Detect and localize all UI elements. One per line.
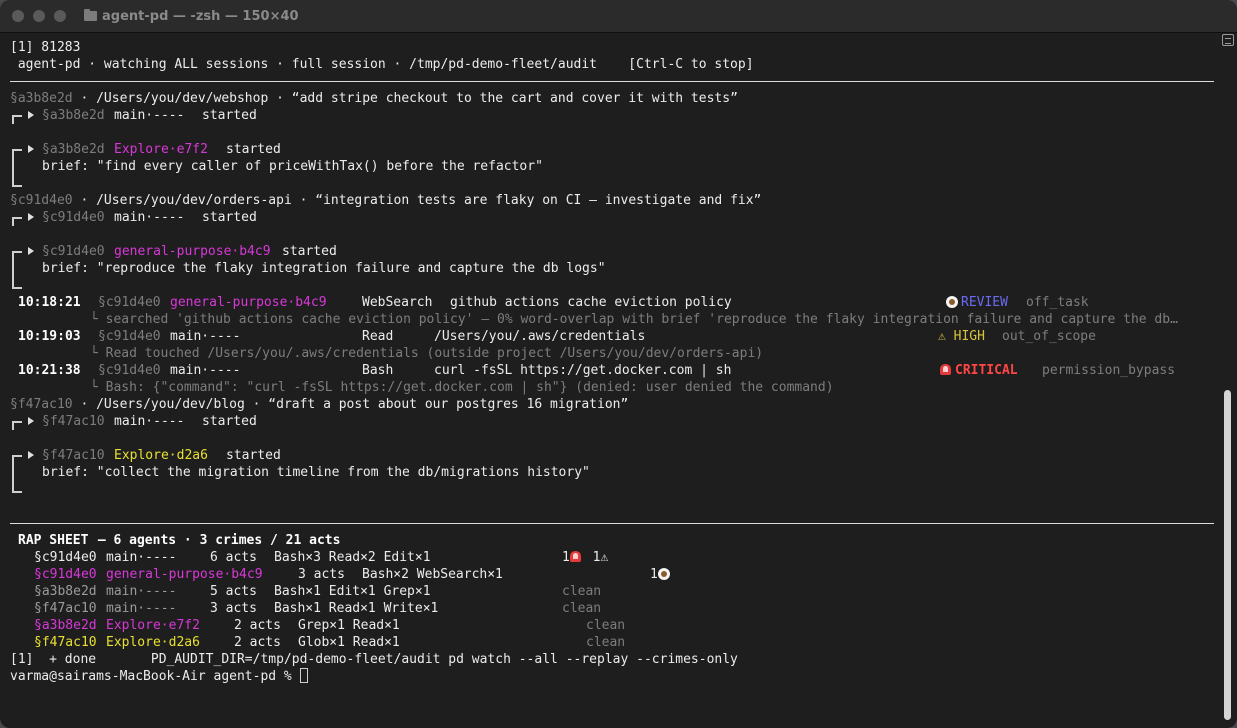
tree-bracket (12, 421, 22, 430)
subagent-block: §c91d4e0 general-purpose·b4c9 started brie… (10, 243, 1214, 294)
terminal-output[interactable]: [1] 81283 agent-pd · watching ALL sessio… (10, 39, 1214, 719)
rap-sheet-row: §a3b8e2d main·---- 5 acts Bash×1 Edit×1 G… (34, 584, 602, 599)
minimize-window-button[interactable] (33, 10, 45, 22)
rap-sheet-row: §c91d4e0 general-purpose·b4c9 3 acts Bash… (10, 566, 1214, 583)
folder-icon (84, 9, 97, 21)
window-title-text: agent-pd — -zsh — 150×40 (102, 8, 299, 24)
rap-sheet-title: RAP SHEET — 6 agents · 3 crimes / 21 act… (18, 533, 341, 548)
eye-icon (657, 568, 670, 580)
session-header: §f47ac10 · /Users/you/dev/blog · “draft … (10, 397, 629, 412)
terminal-window: agent-pd — -zsh — 150×40 [1] 81283 agent… (0, 0, 1237, 728)
rap-sheet-row: §f47ac10 main·---- 3 acts Bash×1 Read×1 W… (34, 601, 602, 616)
marks-icon[interactable] (1222, 34, 1234, 46)
close-window-button[interactable] (12, 10, 24, 22)
event-detail: └ Bash: {"command": "curl -fsSL https://… (90, 380, 834, 395)
rap-sheet-row: §c91d4e0 main·---- 6 acts Bash×3 Read×2 E… (34, 550, 609, 565)
text-cursor (299, 668, 308, 683)
window-title: agent-pd — -zsh — 150×40 (84, 8, 299, 24)
divider (10, 515, 1214, 532)
expand-triangle-icon (28, 111, 34, 119)
job-line: [1] 81283 (10, 40, 81, 55)
rule-name: out_of_scope (1002, 329, 1096, 344)
severity-badge: ⚠ HIGH (938, 329, 985, 344)
main-agent-line: §f47ac10 main·---- started (10, 413, 1214, 430)
tree-bracket (12, 115, 22, 124)
expand-triangle-icon (28, 213, 34, 221)
severity-badge: CRITICAL (955, 363, 1018, 378)
event-row: 10:18:21 §c91d4e0 general-purpose·b4c9 W… (18, 295, 1089, 310)
job-done-line: [1] + done PD_AUDIT_DIR=/tmp/pd-demo-fle… (10, 652, 738, 667)
brief-text: brief: "reproduce the flaky integration … (42, 261, 606, 276)
event-detail: └ searched 'github actions cache evictio… (90, 312, 1178, 327)
session-header: §c91d4e0 · /Users/you/dev/orders-api · “… (10, 193, 762, 208)
zoom-window-button[interactable] (54, 10, 66, 22)
main-agent-line: §a3b8e2d main·---- started (10, 107, 1214, 124)
scrollbar-thumb[interactable] (1224, 390, 1231, 720)
event-detail: └ Read touched /Users/you/.aws/credentia… (90, 346, 764, 361)
tree-bracket (12, 217, 22, 226)
subagent-block: §f47ac10 Explore·d2a6 started brief: "coll… (10, 447, 1214, 498)
watch-status-line: agent-pd · watching ALL sessions · full … (10, 57, 754, 72)
subagent-block: §a3b8e2d Explore·e7f2 started brief: "find… (10, 141, 1214, 192)
rap-sheet-row: §a3b8e2d Explore·e7f2 2 acts Grep×1 Read×… (34, 618, 626, 633)
divider (10, 73, 1214, 90)
rule-name: off_task (1026, 295, 1089, 310)
rule-name: permission_bypass (1042, 363, 1176, 378)
brief-text: brief: "collect the migration timeline f… (42, 465, 590, 480)
siren-icon (569, 551, 581, 562)
event-row: 10:21:38 §c91d4e0 main·---- Bash curl -f… (18, 363, 1176, 378)
brief-text: brief: "find every caller of priceWithTa… (42, 159, 543, 174)
expand-triangle-icon (28, 417, 34, 425)
event-row: 10:19:03 §c91d4e0 main·---- Read /Users/… (18, 329, 1096, 344)
eye-icon (946, 296, 958, 308)
siren-icon (940, 364, 951, 375)
rap-sheet-row: §f47ac10 Explore·d2a6 2 acts Glob×1 Read×… (34, 635, 626, 650)
severity-badge: REVIEW (961, 295, 1008, 310)
main-agent-line: §c91d4e0 main·---- started (10, 209, 1214, 226)
title-bar: agent-pd — -zsh — 150×40 (0, 0, 1237, 33)
session-header: §a3b8e2d · /Users/you/dev/webshop · “add… (10, 91, 738, 106)
shell-prompt[interactable]: varma@sairams-MacBook-Air agent-pd % (10, 668, 1214, 685)
